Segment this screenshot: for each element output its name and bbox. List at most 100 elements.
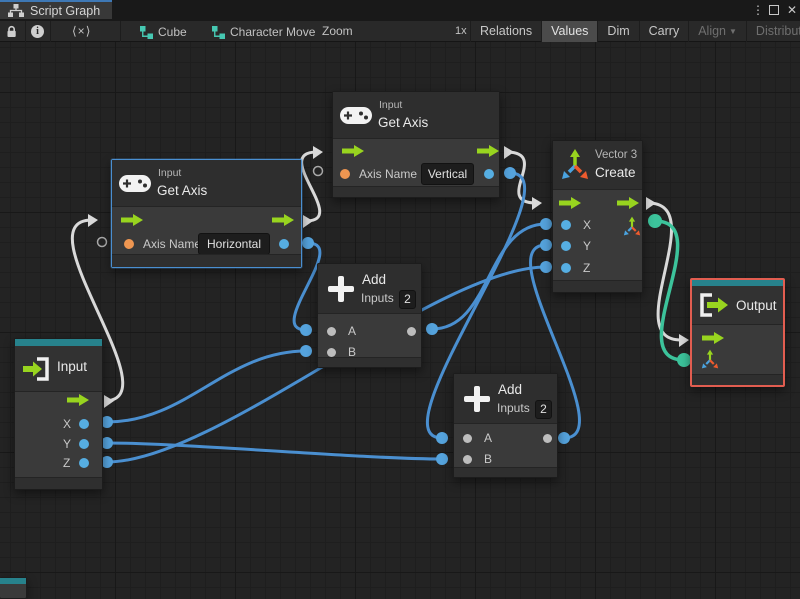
breadcrumb-label: Cube — [158, 25, 187, 39]
node-title: Add — [498, 382, 523, 397]
node-header: Input Get Axis — [112, 160, 301, 207]
chevron-down-icon: ▼ — [729, 27, 737, 36]
window-close-button[interactable]: ✕ — [787, 1, 797, 19]
input-a-port[interactable] — [327, 327, 336, 336]
toolbar-toggle-group: Relations Values Dim Carry Align ▼ Distri… — [470, 21, 800, 42]
input-bracket-icon — [23, 357, 49, 381]
input-a-label: A — [484, 431, 493, 445]
node-title: Get Axis — [378, 115, 429, 130]
z-label: Z — [583, 261, 591, 275]
graph-node-icon — [140, 25, 153, 39]
inputs-label: Inputs — [361, 291, 394, 305]
y-out-port[interactable] — [79, 439, 89, 449]
x-label: X — [63, 417, 72, 431]
carry-button[interactable]: Carry — [638, 21, 689, 42]
flow-in-port[interactable] — [702, 332, 724, 344]
node-add-1[interactable]: Add Inputs 2 A B — [317, 263, 422, 368]
inputs-label: Inputs — [497, 401, 530, 415]
sum-out-port[interactable] — [543, 434, 552, 443]
breadcrumb-label: Character Move — [230, 25, 316, 39]
partial-node-bottom-left[interactable] — [0, 577, 27, 599]
zoom-value: 1x — [455, 25, 467, 37]
values-button[interactable]: Values — [541, 21, 598, 42]
z-out-port[interactable] — [79, 458, 89, 468]
info-button[interactable]: i — [31, 25, 44, 38]
node-title-strip — [15, 339, 102, 346]
sum-out-port[interactable] — [407, 327, 416, 336]
dim-button[interactable]: Dim — [597, 21, 638, 42]
window-menu-button[interactable]: ⋮ — [752, 1, 764, 19]
axis-name-port[interactable] — [340, 169, 350, 179]
input-b-port[interactable] — [463, 455, 472, 464]
window-maximize-button[interactable] — [769, 1, 779, 19]
breadcrumb-character-move[interactable]: Character Move — [212, 25, 315, 39]
node-footer — [15, 477, 102, 489]
flow-out-port[interactable] — [477, 145, 499, 157]
vector3-in-port[interactable] — [701, 349, 719, 369]
tab-title: Script Graph — [30, 3, 101, 18]
distribute-dropdown[interactable]: Distribute▼ — [745, 21, 800, 42]
y-out-port-label: Y — [63, 437, 72, 451]
y-port[interactable] — [561, 241, 571, 251]
inputs-count-field[interactable]: 2 — [535, 400, 552, 419]
result-port[interactable] — [279, 239, 289, 249]
node-subtitle: Vector 3 — [595, 149, 638, 161]
tab-bar: Script Graph ⋮ ✕ — [0, 0, 800, 21]
node-header: Input — [15, 346, 102, 392]
input-b-label: B — [484, 452, 493, 466]
output-bracket-icon — [700, 293, 728, 317]
lock-button[interactable] — [6, 25, 17, 43]
x-label: X — [583, 218, 592, 232]
node-footer — [112, 254, 301, 267]
add-icon — [328, 276, 354, 302]
x-out-port[interactable] — [79, 419, 89, 429]
result-port[interactable] — [484, 169, 494, 179]
tab-script-graph[interactable]: Script Graph — [0, 0, 112, 19]
vector3-out-port[interactable] — [623, 216, 641, 236]
flow-in-port[interactable] — [559, 197, 581, 209]
axis-name-field[interactable]: Vertical — [421, 163, 474, 185]
node-get-axis-vertical[interactable]: Input Get Axis Axis Name Vertical — [332, 91, 500, 198]
z-label: Z — [63, 456, 71, 470]
node-title: Get Axis — [157, 183, 208, 198]
node-header: Add Inputs 2 — [318, 264, 421, 314]
node-footer — [553, 280, 642, 292]
gamepad-icon — [119, 175, 151, 192]
gamepad-icon — [340, 107, 372, 124]
inputs-count-field[interactable]: 2 — [399, 290, 416, 309]
flow-out-port[interactable] — [617, 197, 639, 209]
node-title: Output — [736, 298, 777, 313]
input-b-port[interactable] — [327, 348, 336, 357]
node-footer — [454, 467, 557, 477]
code-view-button[interactable]: ⟨×⟩ — [72, 21, 91, 42]
z-port[interactable] — [561, 263, 571, 273]
node-get-axis-horizontal[interactable]: Input Get Axis Axis Name Horizontal — [111, 159, 302, 268]
node-add-2[interactable]: Add Inputs 2 A B — [453, 373, 558, 478]
node-title: Input — [57, 359, 88, 374]
axis-name-port[interactable] — [124, 239, 134, 249]
node-subtitle: Input — [379, 99, 403, 111]
lock-icon — [7, 25, 16, 37]
param-label: Axis Name — [359, 167, 418, 181]
input-a-label: A — [348, 324, 357, 338]
graph-node-icon — [212, 25, 225, 39]
flow-out-port[interactable] — [67, 394, 89, 406]
node-title: Add — [362, 272, 387, 287]
relations-button[interactable]: Relations — [470, 21, 541, 42]
node-graph-output[interactable]: Output — [690, 278, 785, 387]
node-vector3-create[interactable]: Vector 3 Create X Y Z — [552, 140, 643, 293]
node-graph-input[interactable]: Input X Y Z — [14, 338, 103, 490]
flow-out-port[interactable] — [272, 214, 294, 226]
align-dropdown[interactable]: Align ▼ — [688, 21, 746, 42]
zoom-label: Zoom — [322, 24, 353, 38]
node-header: Output — [692, 286, 783, 325]
axis-name-field[interactable]: Horizontal — [198, 233, 270, 255]
node-footer — [692, 374, 783, 385]
maximize-icon — [769, 5, 779, 15]
x-port[interactable] — [561, 220, 571, 230]
flow-in-port[interactable] — [342, 145, 364, 157]
breadcrumb-cube[interactable]: Cube — [140, 25, 187, 39]
input-a-port[interactable] — [463, 434, 472, 443]
flow-in-port[interactable] — [121, 214, 143, 226]
graph-hierarchy-icon — [8, 4, 24, 17]
